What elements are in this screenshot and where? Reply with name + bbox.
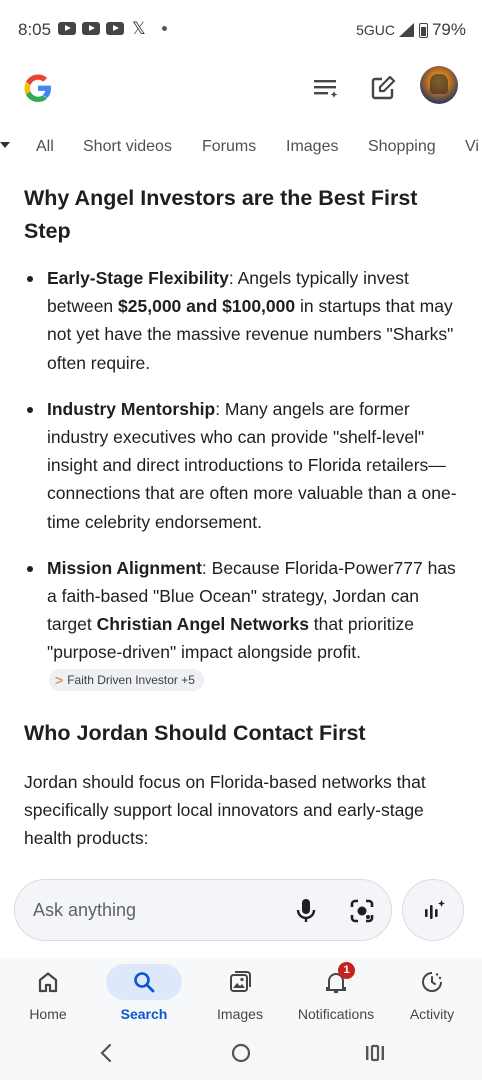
status-time: 8:05 xyxy=(18,20,52,39)
profile-avatar[interactable] xyxy=(420,66,458,104)
nav-images[interactable]: Images xyxy=(192,958,288,1030)
app-bar xyxy=(0,62,482,114)
tab-all[interactable]: All xyxy=(36,138,54,156)
youtube-icon xyxy=(106,22,124,35)
bullet-list: Early-Stage Flexibility: Angels typicall… xyxy=(24,264,460,695)
ai-overview-content: Why Angel Investors are the Best First S… xyxy=(24,182,460,852)
nav-notifications[interactable]: 1 Notifications xyxy=(288,958,384,1030)
ai-mode-button[interactable] xyxy=(402,879,464,941)
tab-shopping[interactable]: Shopping xyxy=(368,138,436,156)
source-chip[interactable]: > Faith Driven Investor +5 xyxy=(49,668,204,691)
section-heading: Who Jordan Should Contact First xyxy=(24,720,366,745)
signal-icon xyxy=(398,23,414,37)
nav-activity[interactable]: Activity xyxy=(384,958,480,1030)
nav-home[interactable]: Home xyxy=(0,958,96,1030)
home-circle-icon[interactable] xyxy=(230,1042,252,1064)
ask-input[interactable]: Ask anything xyxy=(14,879,392,941)
tabs-dropdown-icon[interactable] xyxy=(0,142,10,148)
youtube-icon xyxy=(82,22,100,35)
tab-short-videos[interactable]: Short videos xyxy=(83,138,172,156)
microphone-icon[interactable] xyxy=(295,898,317,924)
nav-label: Images xyxy=(217,1006,263,1022)
status-right: 5GUC 79% xyxy=(356,20,466,40)
recents-icon[interactable] xyxy=(364,1042,386,1064)
x-icon: 𝕏 xyxy=(132,19,146,38)
paragraph: Jordan should focus on Florida-based net… xyxy=(24,771,426,849)
google-lens-icon[interactable] xyxy=(349,898,375,924)
network-type: 5GUC xyxy=(356,22,395,38)
back-icon[interactable] xyxy=(98,1042,114,1064)
status-bar: 8:05 𝕏 5GUC 79% xyxy=(0,0,482,60)
ai-mode-icon xyxy=(425,900,445,919)
search-tabs: All Short videos Forums Images Shopping … xyxy=(0,128,482,168)
tab-images[interactable]: Images xyxy=(286,138,338,156)
home-icon xyxy=(38,972,58,993)
images-icon xyxy=(230,971,251,992)
google-g-logo[interactable] xyxy=(18,68,58,108)
system-navigation-bar xyxy=(0,1030,482,1080)
battery-percent: 79% xyxy=(431,20,466,39)
tab-forums[interactable]: Forums xyxy=(202,138,256,156)
activity-icon xyxy=(422,972,442,992)
bullet-title: Mission Alignment xyxy=(47,557,202,578)
dot-icon xyxy=(161,26,167,31)
list-item: Early-Stage Flexibility: Angels typicall… xyxy=(24,264,460,377)
nav-search[interactable]: Search xyxy=(96,958,192,1030)
ask-placeholder: Ask anything xyxy=(33,900,137,920)
battery-icon xyxy=(418,22,428,38)
nav-label: Activity xyxy=(409,1006,455,1022)
nav-label: Search xyxy=(120,1006,168,1022)
nav-label: Notifications xyxy=(297,1006,375,1022)
list-item: Mission Alignment: Because Florida-Power… xyxy=(24,554,460,695)
tab-videos[interactable]: Vi xyxy=(465,138,479,156)
bullet-title: Early-Stage Flexibility xyxy=(47,268,229,288)
status-notification-icons: 𝕏 xyxy=(58,19,167,38)
nav-label: Home xyxy=(29,1006,67,1022)
chevron-right-icon: > xyxy=(55,671,64,688)
notification-badge: 1 xyxy=(338,962,355,979)
bullet-title: Industry Mentorship xyxy=(47,398,216,419)
section-heading: Why Angel Investors are the Best First S… xyxy=(24,186,418,243)
list-item: Industry Mentorship: Many angels are for… xyxy=(24,395,460,536)
search-icon xyxy=(134,972,155,993)
edit-note-icon[interactable] xyxy=(369,74,397,102)
filter-list-icon[interactable] xyxy=(312,74,340,102)
bottom-navigation: Home Search Images 1 Notifications Activ… xyxy=(0,958,482,1030)
youtube-icon xyxy=(58,22,76,35)
